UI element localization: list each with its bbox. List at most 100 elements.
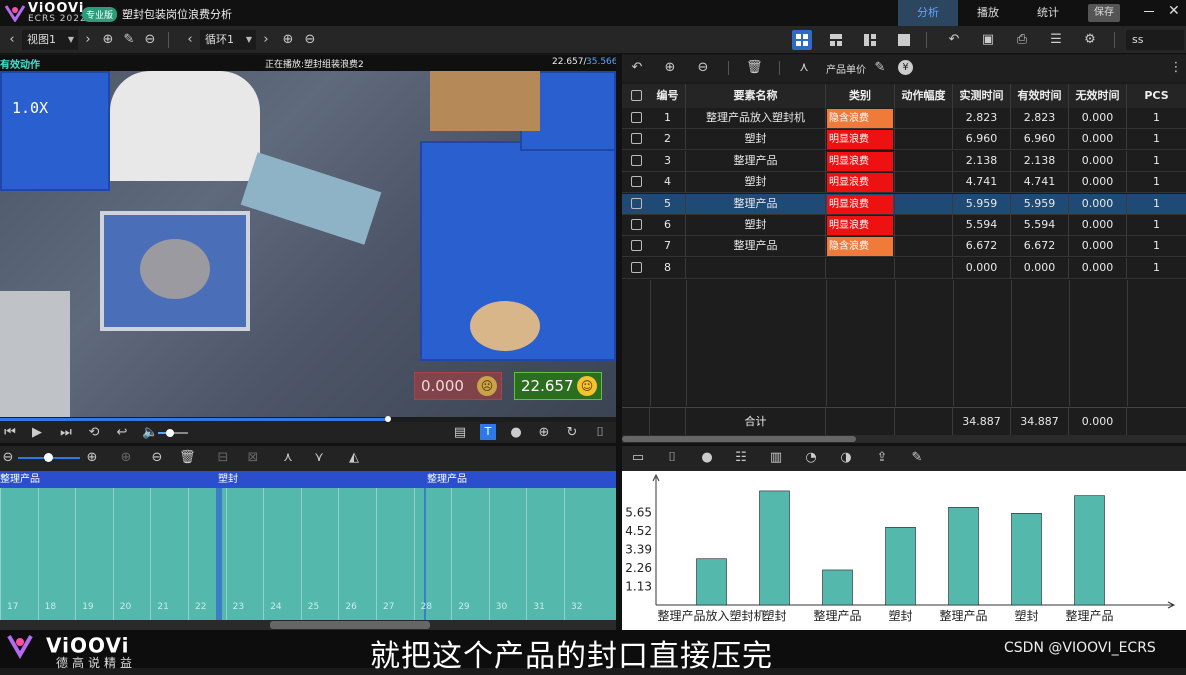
row-number[interactable]: 2 xyxy=(650,129,686,151)
pcs-cell[interactable]: 1 xyxy=(1127,151,1186,172)
waste-category-tag[interactable]: 明显浪费 xyxy=(827,194,893,214)
remove-view-icon[interactable]: ⊖ xyxy=(142,32,158,48)
category-cell[interactable] xyxy=(826,257,895,279)
search-input[interactable]: ss xyxy=(1126,30,1184,50)
table-row[interactable]: 2 塑封 明显浪费 6.960 6.960 0.000 1 xyxy=(622,129,1186,151)
pcs-cell[interactable]: 1 xyxy=(1127,129,1186,150)
invalid-time[interactable]: 0.000 xyxy=(1069,257,1127,279)
pcs-cell[interactable]: 1 xyxy=(1127,215,1186,236)
layout-single-button[interactable] xyxy=(894,30,914,50)
waste-category-tag[interactable]: 明显浪费 xyxy=(827,130,893,150)
measured-time[interactable]: 6.672 xyxy=(953,236,1011,258)
chevron-left-icon[interactable]: ‹ xyxy=(182,32,198,48)
frame-back-icon[interactable]: ⏮ xyxy=(2,425,18,441)
amplitude-cell[interactable] xyxy=(895,172,953,194)
merge-icon[interactable]: ⋎ xyxy=(311,450,327,466)
category-cell[interactable]: 隐含浪费 xyxy=(826,108,895,129)
category-cell[interactable]: 隐含浪费 xyxy=(826,236,895,258)
invalid-time[interactable]: 0.000 xyxy=(1069,150,1127,172)
valid-time[interactable]: 2.823 xyxy=(1011,108,1069,129)
mic-icon[interactable]: ● xyxy=(699,450,715,466)
waste-category-tag[interactable]: 隐含浪费 xyxy=(827,237,893,257)
add-row-icon[interactable]: ⊕ xyxy=(662,60,678,76)
row-checkbox[interactable] xyxy=(631,219,642,230)
frame-forward-icon[interactable]: ⏭ xyxy=(58,425,74,441)
timeline-scroll-thumb[interactable] xyxy=(270,621,430,629)
waste-category-tag[interactable]: 隐含浪费 xyxy=(827,109,893,128)
invalid-time[interactable]: 0.000 xyxy=(1069,108,1127,129)
save-button[interactable]: 保存 xyxy=(1088,4,1120,22)
video-icon[interactable]: ▣ xyxy=(980,32,996,48)
add-loop-icon[interactable]: ⊕ xyxy=(280,32,296,48)
print-icon[interactable]: ⎙ xyxy=(1014,32,1030,48)
element-name[interactable]: 塑封 xyxy=(686,172,826,194)
valid-time[interactable]: 0.000 xyxy=(1011,257,1069,279)
measured-time[interactable]: 4.741 xyxy=(953,172,1011,194)
currency-icon[interactable]: ¥ xyxy=(898,60,913,75)
invalid-time[interactable]: 0.000 xyxy=(1069,236,1127,258)
timeline-track[interactable]: 17 18 19 20 21 22 23 24 25 26 27 28 29 30 31 32 xyxy=(0,488,616,620)
measured-time[interactable]: 0.000 xyxy=(953,257,1011,279)
column-header[interactable]: 要素名称 xyxy=(686,84,826,108)
split-icon[interactable]: ⋏ xyxy=(280,450,296,466)
row-checkbox[interactable] xyxy=(631,240,642,252)
edit-icon[interactable]: ✎ xyxy=(872,60,888,76)
measured-time[interactable]: 6.960 xyxy=(953,129,1011,151)
select-all-checkbox[interactable] xyxy=(631,90,642,101)
element-name[interactable]: 塑封 xyxy=(686,129,826,151)
element-name[interactable]: 整理产品 xyxy=(686,193,826,215)
remove-loop-icon[interactable]: ⊖ xyxy=(302,32,318,48)
note-icon[interactable]: ▤ xyxy=(452,425,468,441)
valid-time[interactable]: 4.741 xyxy=(1011,172,1069,194)
table-row[interactable]: 1 整理产品放入塑封机 隐含浪费 2.823 2.823 0.000 1 xyxy=(622,108,1186,129)
element-name[interactable] xyxy=(686,257,826,279)
view-select[interactable]: 视图1 ▼ xyxy=(22,30,78,50)
column-header[interactable]: 有效时间 xyxy=(1011,84,1069,108)
edit-view-icon[interactable]: ✎ xyxy=(121,32,137,48)
timeline-zoom-handle[interactable] xyxy=(44,453,53,462)
timeline-segment[interactable]: 整理产品 xyxy=(0,471,40,488)
zoom-in-icon[interactable]: ⊕ xyxy=(84,450,100,466)
text-icon[interactable]: T xyxy=(480,424,496,440)
waste-category-tag[interactable]: 明显浪费 xyxy=(827,151,893,171)
remove-row-icon[interactable]: ⊖ xyxy=(695,60,711,76)
mic-icon[interactable]: ● xyxy=(508,425,524,441)
row-number[interactable]: 7 xyxy=(650,236,686,258)
row-checkbox[interactable] xyxy=(631,133,642,145)
row-checkbox[interactable] xyxy=(631,197,642,209)
timeline-segment-strip[interactable]: 整理产品 塑封 整理产品 xyxy=(0,471,616,488)
camera-icon[interactable]: ⌷ xyxy=(592,425,608,441)
zoom-in-icon[interactable]: ⊕ xyxy=(536,425,552,441)
loop-icon[interactable]: ⟲ xyxy=(86,425,102,441)
row-number[interactable]: 6 xyxy=(650,215,686,236)
mirror-icon[interactable]: ◭ xyxy=(346,450,362,466)
valid-time[interactable]: 6.672 xyxy=(1011,236,1069,258)
table-row[interactable]: 8 0.000 0.000 0.000 1 xyxy=(622,257,1186,279)
return-icon[interactable]: ↩ xyxy=(114,425,130,441)
zoom-out-icon[interactable]: ⊖ xyxy=(0,450,16,466)
layout-rows-button[interactable] xyxy=(826,30,846,50)
element-name[interactable]: 整理产品 xyxy=(686,236,826,258)
invalid-time[interactable]: 0.000 xyxy=(1069,172,1127,194)
element-name[interactable]: 塑封 xyxy=(686,215,826,236)
pcs-cell[interactable]: 1 xyxy=(1127,108,1186,129)
camera-icon[interactable]: ⌷ xyxy=(664,450,680,466)
volume-handle[interactable] xyxy=(166,429,174,437)
more-icon[interactable]: ⋮ xyxy=(1168,60,1184,76)
column-header[interactable]: 无效时间 xyxy=(1069,84,1127,108)
close-box-icon[interactable]: ⊠ xyxy=(245,450,261,466)
sliders-icon[interactable]: ☷ xyxy=(733,450,749,466)
amplitude-cell[interactable] xyxy=(895,193,953,215)
volume-icon[interactable]: 🔈 xyxy=(142,425,158,441)
row-checkbox[interactable] xyxy=(631,261,642,273)
timeline-segment[interactable]: 塑封 xyxy=(218,471,238,488)
person-icon[interactable]: ⋏ xyxy=(796,60,812,76)
gear-icon[interactable]: ⚙ xyxy=(1082,32,1098,48)
table-row[interactable]: 7 整理产品 隐含浪费 6.672 6.672 0.000 1 xyxy=(622,236,1186,258)
column-header[interactable]: 动作幅度 xyxy=(895,84,953,108)
category-cell[interactable]: 明显浪费 xyxy=(826,150,895,172)
waste-category-tag[interactable]: 明显浪费 xyxy=(827,173,893,193)
row-checkbox[interactable] xyxy=(631,112,642,123)
refresh-icon[interactable]: ↻ xyxy=(564,425,580,441)
amplitude-cell[interactable] xyxy=(895,150,953,172)
